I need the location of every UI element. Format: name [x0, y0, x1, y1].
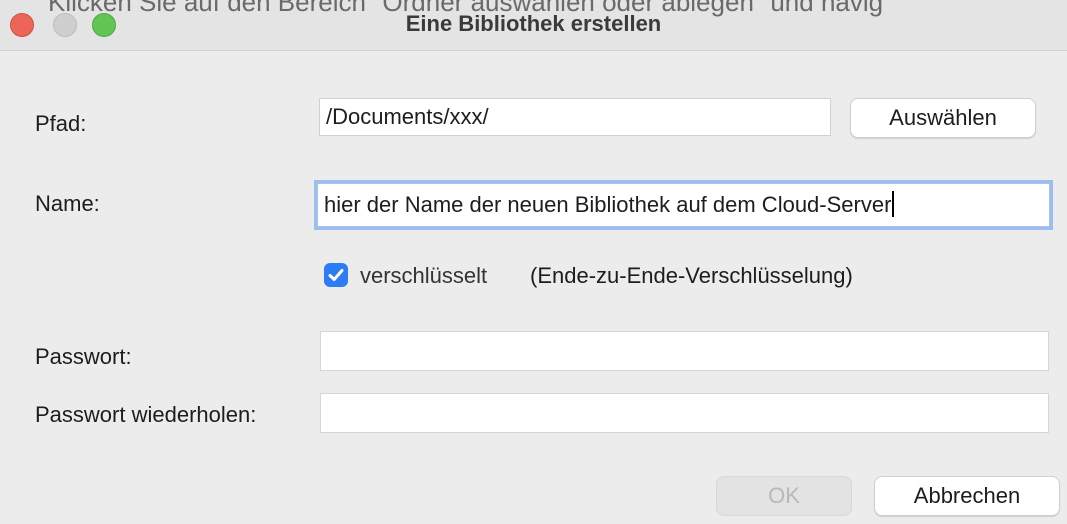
path-field[interactable]: /Documents/xxx/ — [319, 98, 831, 136]
window-title: Eine Bibliothek erstellen — [405, 11, 662, 36]
password-label: Passwort: — [35, 344, 132, 369]
choose-folder-button[interactable]: Auswählen — [850, 98, 1036, 138]
name-label: Name: — [35, 191, 100, 216]
checkmark-icon — [328, 269, 344, 281]
password-input[interactable] — [320, 331, 1049, 371]
encrypted-checkbox[interactable] — [324, 263, 348, 287]
library-name-input[interactable]: hier der Name der neuen Bibliothek auf d… — [317, 183, 1050, 227]
library-name-value: hier der Name der neuen Bibliothek auf d… — [324, 192, 892, 217]
password-repeat-input[interactable] — [320, 393, 1049, 433]
text-caret — [892, 191, 895, 217]
ok-button[interactable]: OK — [716, 476, 852, 516]
cancel-button[interactable]: Abbrechen — [874, 476, 1060, 516]
path-value: /Documents/xxx/ — [326, 104, 489, 129]
encrypted-label[interactable]: verschlüsselt — [360, 263, 487, 289]
path-label: Pfad: — [35, 111, 87, 136]
encryption-note: (Ende-zu-Ende-Verschlüsselung) — [530, 263, 853, 288]
title-bar[interactable]: Klicken Sie auf den Bereich "Ordner ausw… — [0, 0, 1067, 51]
password-repeat-label: Passwort wiederholen: — [35, 402, 257, 427]
